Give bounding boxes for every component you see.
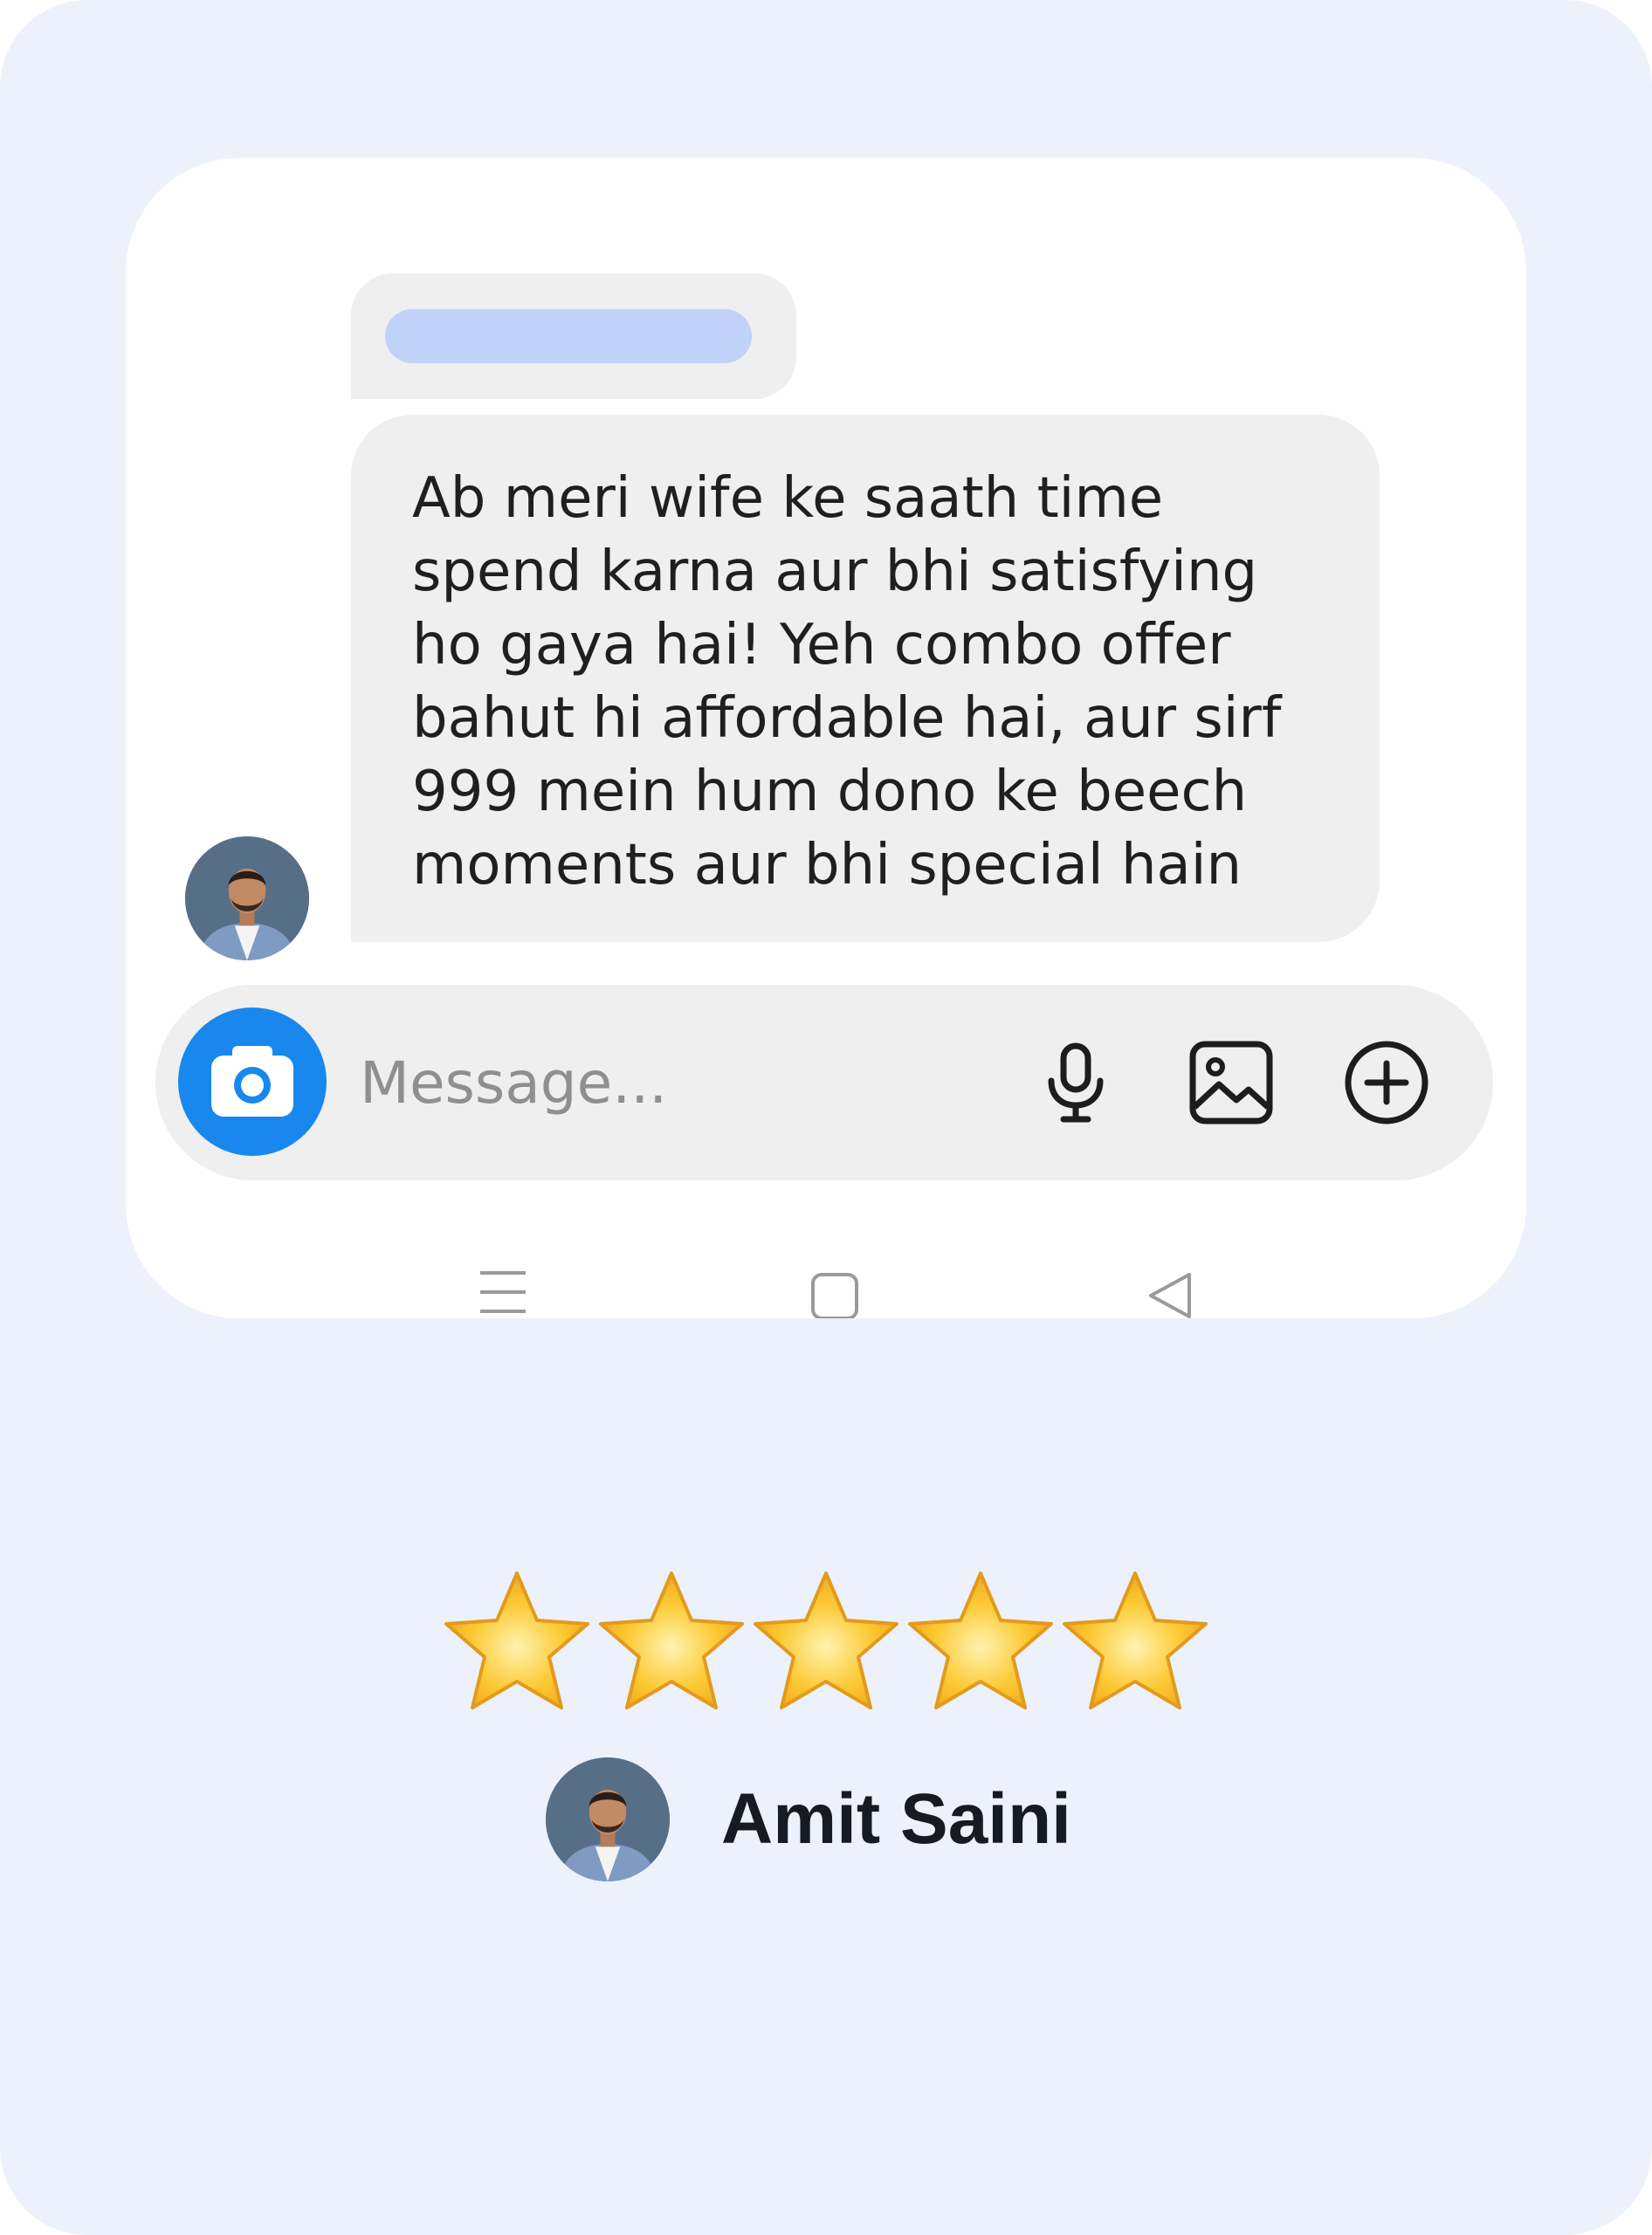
system-nav-bar <box>126 1258 1526 1318</box>
microphone-button[interactable] <box>1029 1035 1123 1130</box>
star-icon <box>439 1568 595 1716</box>
star-icon <box>1057 1568 1213 1716</box>
plus-circle-icon <box>1345 1041 1428 1124</box>
microphone-icon <box>1048 1042 1104 1123</box>
message-text: Ab meri wife ke saath time spend karna a… <box>412 466 1282 897</box>
author-name: Amit Saini <box>721 1779 1071 1859</box>
camera-button[interactable] <box>178 1007 327 1156</box>
message-composer <box>155 985 1493 1180</box>
chat-screen: Ab meri wife ke saath time spend karna a… <box>126 158 1526 1318</box>
image-gallery-icon <box>1189 1041 1273 1124</box>
author-avatar[interactable] <box>546 1757 670 1881</box>
menu-lines-icon[interactable] <box>477 1258 529 1318</box>
star-icon <box>594 1568 749 1716</box>
rating-stars <box>439 1568 1213 1716</box>
previous-message-bubble <box>351 273 796 399</box>
testimonial-card: Ab meri wife ke saath time spend karna a… <box>0 0 1652 2235</box>
message-bubble: Ab meri wife ke saath time spend karna a… <box>351 415 1380 942</box>
sender-avatar[interactable] <box>185 836 309 960</box>
add-button[interactable] <box>1339 1035 1434 1130</box>
star-icon <box>748 1568 904 1716</box>
message-input[interactable] <box>360 1037 971 1128</box>
camera-icon <box>211 1046 293 1117</box>
redacted-text-placeholder <box>385 309 752 363</box>
star-icon <box>903 1568 1058 1716</box>
gallery-button[interactable] <box>1184 1035 1278 1130</box>
square-home-icon[interactable] <box>809 1258 861 1318</box>
triangle-back-icon[interactable] <box>1144 1258 1196 1318</box>
